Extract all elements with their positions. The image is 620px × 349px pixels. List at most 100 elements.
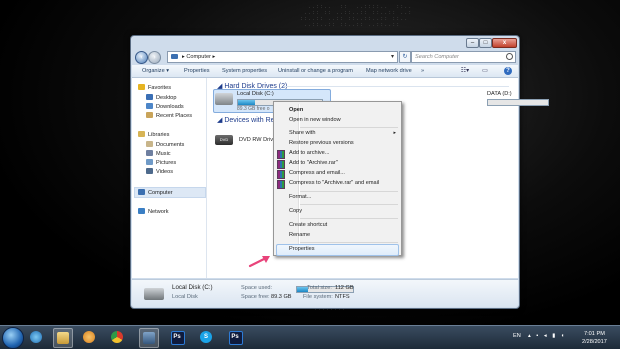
- drive-c-free: 89.3 GB free o: [237, 106, 270, 112]
- organize-button[interactable]: Organize ▾: [142, 68, 169, 74]
- sidebar-item-label: Recent Places: [156, 113, 193, 119]
- menu-item-open[interactable]: Open: [289, 107, 303, 113]
- menu-item-restore-versions[interactable]: Restore previous versions: [289, 140, 354, 146]
- taskbar-explorer[interactable]: [53, 328, 73, 348]
- uninstall-button[interactable]: Uninstall or change a program: [278, 68, 353, 74]
- winrar-icon: [277, 170, 285, 179]
- menu-separator: [300, 242, 398, 243]
- drive-d-name: DATA (D:): [487, 91, 512, 97]
- total-size-label: Total size:: [307, 285, 332, 291]
- folder-icon: [57, 332, 69, 344]
- forward-arrow-icon: ›: [153, 54, 156, 61]
- annotation-arrow-icon: [248, 256, 270, 268]
- search-input[interactable]: Search Computer: [411, 51, 516, 63]
- sidebar-item-recent[interactable]: Recent Places: [146, 112, 192, 119]
- sidebar-item-computer[interactable]: Computer: [138, 189, 173, 196]
- taskbar-ie[interactable]: [27, 328, 45, 346]
- menu-item-add-archive[interactable]: Add to archive...: [289, 150, 329, 156]
- sidebar-item-videos[interactable]: Videos: [146, 168, 173, 175]
- back-button[interactable]: ‹: [135, 51, 148, 64]
- pictures-icon: [146, 159, 153, 165]
- taskbar-skype[interactable]: S: [197, 328, 215, 346]
- menu-item-create-shortcut[interactable]: Create shortcut: [289, 222, 327, 228]
- taskbar-photoshop-1[interactable]: Ps: [168, 328, 186, 346]
- sidebar-item-label: Network: [148, 209, 169, 215]
- refresh-button[interactable]: ↻: [399, 51, 411, 63]
- taskbar-photoshop-2[interactable]: Ps: [226, 328, 244, 346]
- context-menu: Open Open in new window Share with ▸ Res…: [273, 101, 402, 256]
- sidebar-item-favorites[interactable]: Favorites: [138, 84, 171, 91]
- menu-separator: [300, 218, 398, 219]
- menu-item-rename[interactable]: Rename: [289, 232, 310, 238]
- details-drive-type: Local Disk: [172, 294, 198, 300]
- language-indicator[interactable]: EN: [513, 333, 521, 339]
- menu-item-share-with[interactable]: Share with: [289, 130, 315, 136]
- sidebar-item-pictures[interactable]: Pictures: [146, 159, 176, 166]
- skype-glyph: S: [203, 334, 208, 340]
- help-icon[interactable]: ?: [504, 67, 512, 75]
- close-icon: x: [502, 40, 507, 46]
- close-button[interactable]: x: [492, 38, 517, 48]
- sidebar-item-downloads[interactable]: Downloads: [146, 103, 184, 110]
- taskbar-media-player[interactable]: [80, 328, 98, 346]
- details-drive-name: Local Disk (C:): [172, 284, 213, 291]
- internet-explorer-icon: [30, 331, 42, 343]
- menu-item-properties[interactable]: Properties: [289, 246, 315, 252]
- tray-icons[interactable]: ▴ ▪ ◂ ▮ ◖: [528, 333, 566, 339]
- minimize-button[interactable]: –: [466, 38, 479, 48]
- clock[interactable]: 7:01 PM 2/28/2017: [582, 330, 607, 346]
- more-commands-button[interactable]: »: [421, 68, 424, 74]
- chrome-icon: [111, 331, 123, 343]
- menu-item-add-rar[interactable]: Add to "Archive.rar": [289, 160, 338, 166]
- minimize-icon: –: [470, 40, 475, 46]
- taskbar-chrome[interactable]: [108, 328, 126, 346]
- app-icon: [143, 332, 155, 344]
- winrar-icon: [277, 150, 285, 159]
- sidebar-item-network[interactable]: Network: [138, 208, 169, 215]
- sidebar-item-label: Computer: [148, 190, 173, 196]
- sidebar-item-libraries[interactable]: Libraries: [138, 131, 169, 138]
- map-drive-button[interactable]: Map network drive: [366, 68, 412, 74]
- breadcrumb[interactable]: ▸ Computer ▸: [182, 54, 215, 60]
- menu-item-format[interactable]: Format...: [289, 194, 311, 200]
- computer-icon: [171, 54, 178, 59]
- photoshop-label: Ps: [231, 334, 239, 340]
- dvd-drive-name: DVD RW Drive: [239, 137, 277, 143]
- sidebar-item-music[interactable]: Music: [146, 150, 171, 157]
- sidebar-item-label: Libraries: [148, 132, 170, 138]
- start-button[interactable]: [2, 327, 24, 349]
- menu-item-copy[interactable]: Copy: [289, 208, 302, 214]
- view-options-icon[interactable]: ☷▾: [458, 67, 472, 75]
- sidebar-item-label: Downloads: [156, 104, 184, 110]
- menu-item-compress-rar-email[interactable]: Compress to "Archive.rar" and email: [289, 180, 379, 186]
- libraries-icon: [138, 131, 145, 137]
- sidebar-item-documents[interactable]: Documents: [146, 141, 184, 148]
- properties-button[interactable]: Properties: [184, 68, 210, 74]
- address-bar[interactable]: ▸ Computer ▸ ▾: [167, 51, 398, 63]
- menu-separator: [300, 127, 398, 128]
- search-icon: [506, 53, 513, 60]
- address-dropdown-icon[interactable]: ▾: [391, 53, 394, 60]
- space-free-label: Space free:: [241, 294, 270, 300]
- hard-drive-icon: [144, 288, 164, 300]
- group-divider: [283, 86, 509, 87]
- breadcrumb-label[interactable]: Computer: [186, 54, 211, 60]
- menu-item-open-new-window[interactable]: Open in new window: [289, 117, 341, 123]
- photoshop-label: Ps: [173, 334, 181, 340]
- menu-item-compress-email[interactable]: Compress and email...: [289, 170, 345, 176]
- preview-pane-icon[interactable]: ▭: [478, 67, 492, 75]
- address-row: ‹ › ▸ Computer ▸ ▾ ↻ Search Computer: [135, 50, 516, 64]
- taskbar-app[interactable]: [139, 328, 159, 348]
- forward-button[interactable]: ›: [148, 51, 161, 64]
- sidebar-item-desktop[interactable]: Desktop: [146, 94, 177, 101]
- file-system-value: NTFS: [335, 294, 350, 300]
- maximize-button[interactable]: □: [479, 38, 492, 48]
- documents-icon: [146, 141, 153, 147]
- dvd-icon: DVD: [215, 135, 233, 145]
- navigation-pane: Favorites Desktop Downloads Recent Place…: [132, 78, 207, 278]
- maximize-icon: □: [483, 40, 488, 46]
- system-properties-button[interactable]: System properties: [222, 68, 267, 74]
- sidebar-item-label: Pictures: [156, 160, 177, 166]
- title-bar[interactable]: – □ x: [131, 36, 519, 48]
- media-player-icon: [83, 331, 95, 343]
